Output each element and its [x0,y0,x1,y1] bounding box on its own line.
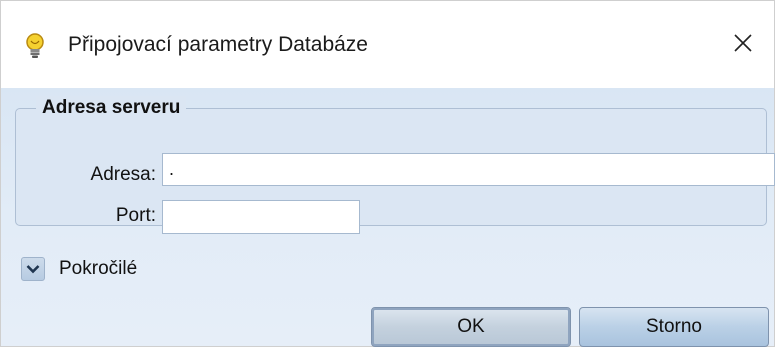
dialog-window: Připojovací parametry Databáze Adresa se… [0,0,775,347]
chevron-down-icon[interactable] [21,257,45,281]
group-title: Adresa serveru [36,96,187,120]
advanced-label: Pokročilé [59,258,138,279]
close-button[interactable] [726,29,760,61]
address-input[interactable] [162,153,775,186]
port-label: Port: [115,205,156,226]
dialog-body: Adresa serveru Adresa: Port: Pokročilé O… [1,88,775,347]
server-address-group: Adresa serveru Adresa: Port: [15,96,775,234]
address-label: Adresa: [90,164,156,185]
window-title: Připojovací parametry Databáze [68,33,368,56]
port-input[interactable] [162,200,360,234]
ok-button[interactable]: OK [371,307,571,347]
title-bar[interactable]: Připojovací parametry Databáze [1,1,774,88]
lightbulb-icon [23,32,47,60]
cancel-button[interactable]: Storno [579,307,769,347]
advanced-expander[interactable]: Pokročilé [21,255,137,283]
close-icon [733,33,753,58]
